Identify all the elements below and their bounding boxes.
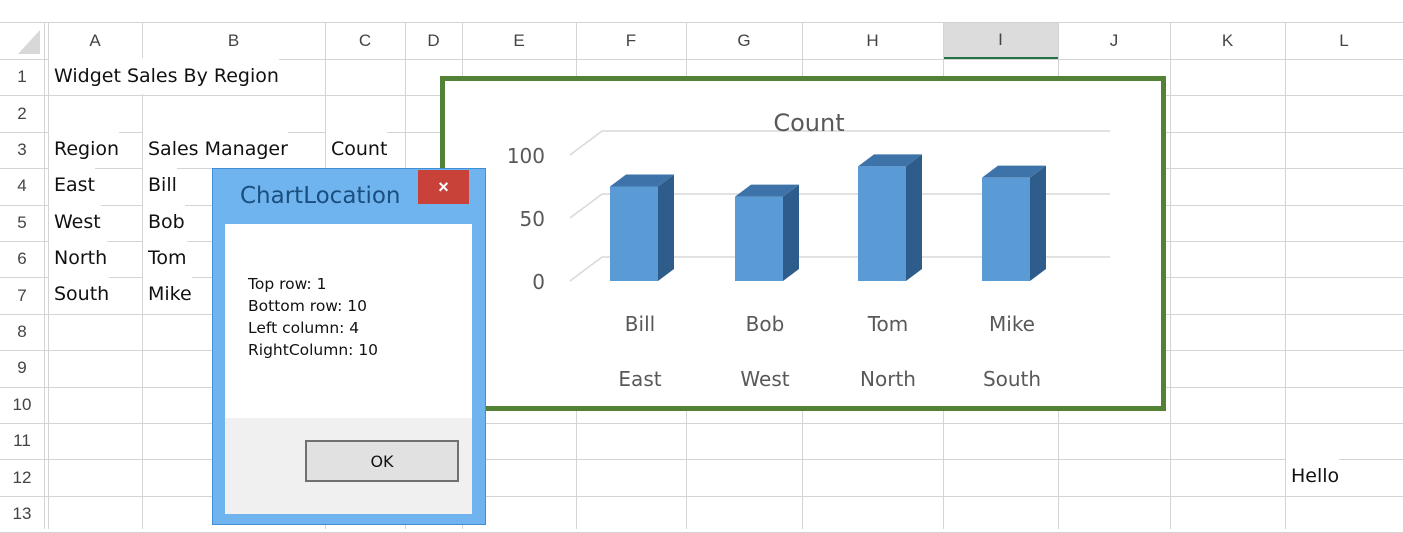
row-header-8[interactable]: 8 [0, 314, 44, 350]
gridline-h [0, 459, 1403, 461]
row-header-11[interactable]: 11 [0, 423, 44, 459]
cell-a4[interactable]: East [49, 167, 95, 204]
y-tick-label: 0 [532, 270, 545, 294]
column-header-a[interactable]: A [48, 22, 142, 59]
row-header-6[interactable]: 6 [0, 241, 44, 277]
x-tick-label-group: West [740, 367, 789, 391]
dialog-footer: OK [225, 418, 472, 514]
cell-b5[interactable]: Bob [143, 203, 185, 240]
gridline-v [1170, 22, 1171, 529]
message-line-right-column: RightColumn: 10 [248, 341, 379, 359]
column-header-i[interactable]: I [943, 22, 1058, 59]
column-header-j[interactable]: J [1058, 22, 1170, 59]
gridline-diag [569, 193, 603, 219]
column-header-h[interactable]: H [802, 22, 943, 59]
dialog-message: Top row: 1 Bottom row: 10 Left column: 4… [248, 273, 378, 361]
row-header-5[interactable]: 5 [0, 205, 44, 241]
close-icon: × [438, 176, 449, 197]
y-tick-label: 50 [520, 207, 545, 231]
cell-b6[interactable]: Tom [143, 240, 187, 277]
row-header-1[interactable]: 1 [0, 59, 44, 95]
cell-c3[interactable]: Count [326, 130, 388, 168]
x-tick-label: Mike [989, 312, 1035, 336]
cell-a6[interactable]: North [49, 240, 108, 277]
bar [858, 166, 906, 281]
column-header-b[interactable]: B [142, 22, 325, 59]
cell-b3[interactable]: Sales Manager [143, 130, 288, 168]
ok-button[interactable]: OK [305, 440, 459, 482]
cell-l12[interactable]: Hello [1286, 458, 1340, 495]
row-header-10[interactable]: 10 [0, 387, 44, 423]
bar-side [658, 174, 674, 281]
y-tick-label: 100 [507, 144, 545, 168]
bar [610, 186, 658, 281]
column-header-l[interactable]: L [1285, 22, 1403, 59]
message-line-top-row: Top row: 1 [248, 275, 327, 293]
column-header-f[interactable]: F [576, 22, 686, 59]
row-header-9[interactable]: 9 [0, 350, 44, 386]
select-all-corner[interactable] [0, 22, 48, 59]
dialog-body: Top row: 1 Bottom row: 10 Left column: 4… [225, 224, 472, 514]
message-dialog: ChartLocation × Top row: 1 Bottom row: 1… [212, 168, 486, 525]
message-line-left-column: Left column: 4 [248, 319, 360, 337]
column-header-g[interactable]: G [686, 22, 802, 59]
close-button[interactable]: × [418, 170, 469, 204]
gridline-h [0, 22, 1403, 23]
row-header-4[interactable]: 4 [0, 168, 44, 204]
column-header-e[interactable]: E [462, 22, 576, 59]
column-header-c[interactable]: C [325, 22, 405, 59]
gridline-diag [569, 130, 603, 156]
column-header-k[interactable]: K [1170, 22, 1285, 59]
x-tick-label: Tom [867, 312, 909, 336]
header-divider [44, 22, 45, 529]
cell-b4[interactable]: Bill [143, 167, 177, 204]
column-header-d[interactable]: D [405, 22, 462, 59]
x-tick-label: Bob [746, 312, 785, 336]
message-line-bottom-row: Bottom row: 10 [248, 297, 367, 315]
bar-side [783, 184, 799, 281]
gridline-h [0, 423, 1403, 424]
row-header-3[interactable]: 3 [0, 132, 44, 168]
chart-title: Count [773, 109, 844, 137]
x-tick-label: Bill [625, 312, 655, 336]
gridline-diag [569, 256, 603, 282]
row-header-2[interactable]: 2 [0, 95, 44, 131]
row-header-12[interactable]: 12 [0, 459, 44, 495]
cell-a3[interactable]: Region [49, 130, 120, 168]
bar-side [1030, 165, 1046, 281]
dialog-title: ChartLocation [240, 183, 401, 209]
cell-a1[interactable]: Widget Sales By Region [49, 58, 279, 95]
row-header-13[interactable]: 13 [0, 496, 44, 532]
x-tick-label-group: South [983, 367, 1041, 391]
bar [735, 196, 783, 281]
x-tick-label-group: East [618, 367, 661, 391]
gridline-v [1285, 22, 1286, 529]
x-tick-label-group: North [860, 367, 916, 391]
bar [982, 177, 1030, 281]
select-all-triangle-icon [18, 30, 40, 54]
cell-b7[interactable]: Mike [143, 276, 192, 313]
gridline-h [0, 495, 1403, 497]
cell-a7[interactable]: South [49, 276, 110, 313]
chart-plot: 0 50 100 Count Bill East Bob West Tom North Mike So… [507, 109, 1110, 391]
bar-side [906, 154, 922, 281]
cell-a5[interactable]: West [49, 203, 101, 240]
embedded-chart[interactable]: 0 50 100 Count Bill East Bob West Tom North Mike So… [440, 76, 1166, 411]
row-header-7[interactable]: 7 [0, 277, 44, 313]
